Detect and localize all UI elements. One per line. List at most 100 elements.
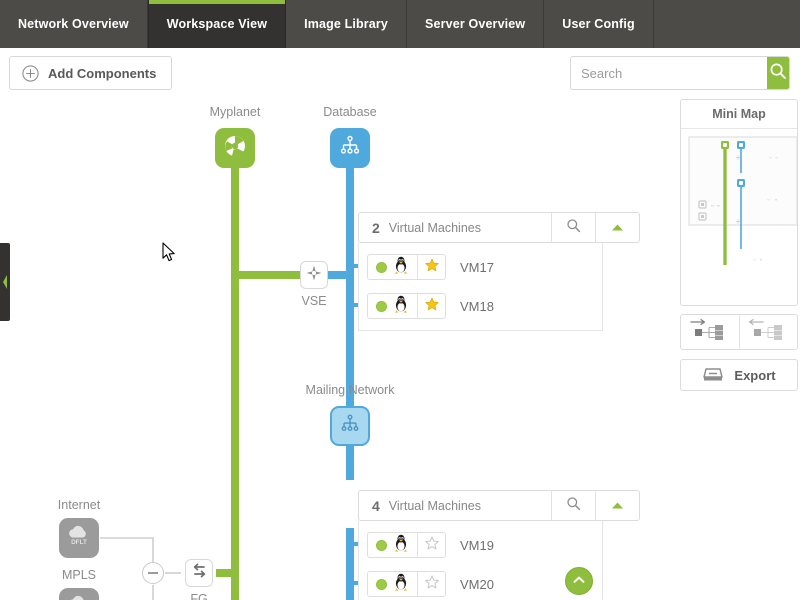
star-filled-icon: [424, 297, 439, 316]
tree-layout-buttons: [680, 314, 798, 350]
node-label-database: Database: [323, 105, 377, 119]
vm-panel-collapse-button[interactable]: [595, 491, 639, 520]
favorite-star-button[interactable]: [417, 255, 445, 279]
vm-chip[interactable]: [367, 254, 446, 280]
tree-layout-right-button[interactable]: [681, 315, 739, 349]
node-vse[interactable]: [300, 261, 328, 289]
status-dot-online: [376, 261, 387, 273]
tree-layout-right-icon: [687, 317, 733, 348]
network-tree-icon: [339, 413, 361, 440]
add-components-label: Add Components: [48, 65, 157, 81]
vm-chip[interactable]: [367, 532, 446, 558]
vm-chip-main: [368, 572, 417, 596]
add-components-button[interactable]: Add Components: [9, 56, 173, 90]
search-icon: [566, 496, 581, 516]
node-mpls[interactable]: [59, 588, 99, 600]
database-vm-panel: 2 Virtual Machines VM17 VM18: [358, 212, 640, 331]
vm-list-scroll-up-button[interactable]: [565, 567, 593, 595]
vm-panel-header[interactable]: 4 Virtual Machines: [358, 490, 640, 521]
node-label-myplanet: Myplanet: [209, 105, 261, 119]
globe-icon: [223, 134, 247, 163]
tab-label: Network Overview: [18, 17, 129, 31]
vm-name: VM17: [460, 259, 494, 275]
vm-name: VM19: [460, 537, 494, 553]
status-dot-online: [376, 300, 387, 312]
favorite-star-button[interactable]: [417, 572, 445, 596]
search-icon: [769, 62, 787, 85]
triangle-up-icon: [611, 497, 624, 515]
vm-chip[interactable]: [367, 571, 446, 597]
node-label-fg: FG: [190, 592, 208, 600]
mailing-network-vm-panel: 4 Virtual Machines VM19 VM20: [358, 490, 640, 600]
tree-layout-left-button[interactable]: [739, 315, 797, 349]
chevron-left-icon: [3, 275, 7, 289]
tab-user-config[interactable]: User Config: [544, 0, 654, 48]
vm-name: VM18: [460, 298, 494, 314]
four-point-star-icon: [305, 264, 323, 287]
linux-penguin-icon: [393, 534, 409, 557]
tab-network-overview[interactable]: Network Overview: [0, 0, 148, 48]
linux-penguin-icon: [393, 573, 409, 596]
linux-penguin-icon: [393, 256, 409, 279]
node-label-mailing-network: Mailing Network: [305, 383, 395, 397]
vm-panel-search-button[interactable]: [551, 491, 595, 520]
vm-panel-title: Virtual Machines: [388, 220, 481, 235]
node-myplanet[interactable]: [215, 128, 255, 168]
minus-icon: [148, 572, 158, 574]
vm-chip-main: [368, 533, 417, 557]
star-outline-icon: [424, 536, 439, 555]
vm-count: 4: [372, 497, 380, 514]
status-dot-online: [376, 578, 387, 590]
vm-panel-body: VM19 VM20: [358, 521, 603, 600]
node-mailing-network[interactable]: [330, 406, 370, 446]
vm-count: 2: [372, 219, 380, 236]
node-label-vse: VSE: [301, 294, 327, 308]
search-submit-button[interactable]: [767, 57, 789, 89]
vm-chip[interactable]: [367, 293, 446, 319]
vm-list-item[interactable]: VM18: [359, 291, 602, 321]
vm-name: VM20: [460, 576, 494, 592]
collapse-junction-button[interactable]: [142, 562, 164, 584]
vm-list-item[interactable]: VM19: [359, 530, 602, 560]
status-dot-online: [376, 539, 387, 551]
network-tree-icon: [338, 134, 362, 163]
search-input[interactable]: [571, 57, 767, 89]
export-label: Export: [734, 367, 776, 383]
node-label-mpls: MPLS: [61, 568, 97, 582]
left-drawer-handle[interactable]: [0, 243, 10, 321]
triangle-up-icon: [611, 219, 624, 237]
vm-chip-main: [368, 255, 417, 279]
tab-workspace-view[interactable]: Workspace View: [147, 0, 287, 48]
tab-server-overview[interactable]: Server Overview: [407, 0, 545, 48]
node-label-internet: Internet: [57, 498, 101, 512]
export-button[interactable]: Export: [680, 359, 798, 391]
tabbar-filler: [654, 0, 800, 48]
tab-label: User Config: [562, 17, 635, 31]
node-database[interactable]: [330, 128, 370, 168]
main-tabbar: Network Overview Workspace View Image Li…: [0, 0, 800, 48]
vm-panel-header[interactable]: 2 Virtual Machines: [358, 212, 640, 243]
tab-label: Workspace View: [166, 17, 268, 31]
exchange-arrows-icon: [190, 561, 209, 585]
minimap-title: Mini Map: [681, 100, 797, 129]
vm-list-item[interactable]: VM17: [359, 252, 602, 282]
tab-label: Image Library: [304, 17, 389, 31]
favorite-star-button[interactable]: [417, 533, 445, 557]
tree-layout-left-icon: [746, 317, 792, 348]
workspace-toolbar: Add Components: [0, 48, 800, 100]
star-outline-icon: [424, 575, 439, 594]
tab-image-library[interactable]: Image Library: [286, 0, 408, 48]
vm-panel-collapse-button[interactable]: [595, 213, 639, 242]
vm-panel-search-button[interactable]: [551, 213, 595, 242]
tab-label: Server Overview: [425, 17, 526, 31]
cloud-icon: [64, 593, 94, 600]
vm-chip-main: [368, 294, 417, 318]
node-internet[interactable]: DFLT: [59, 518, 99, 558]
plus-circle-icon: [22, 64, 39, 82]
favorite-star-button[interactable]: [417, 294, 445, 318]
star-filled-icon: [424, 258, 439, 277]
cloud-icon: DFLT: [64, 523, 94, 554]
node-fg[interactable]: [185, 559, 213, 587]
minimap-canvas[interactable]: [681, 129, 797, 305]
minimap-panel: Mini Map: [680, 99, 798, 306]
